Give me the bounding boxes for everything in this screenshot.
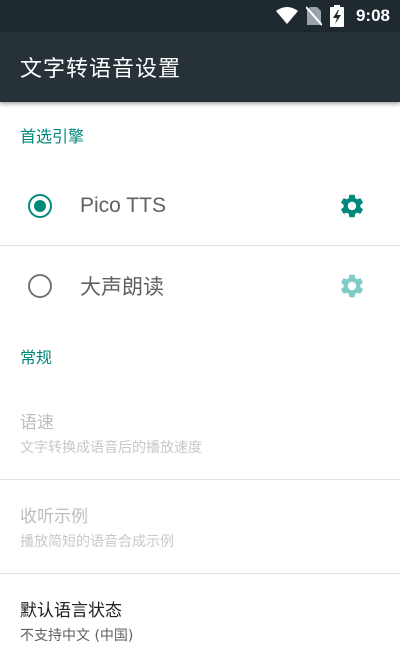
no-sim-icon bbox=[305, 6, 322, 26]
radio-unchecked-icon[interactable] bbox=[28, 274, 52, 298]
settings-list: 首选引擎 Pico TTS 大声朗读 常规 语速 文字转换成语音后的播放速度 收… bbox=[0, 102, 400, 661]
battery-charging-icon bbox=[329, 5, 344, 27]
engine-row-read-aloud[interactable]: 大声朗读 bbox=[0, 246, 400, 326]
pref-summary: 文字转换成语音后的播放速度 bbox=[20, 440, 202, 456]
wifi-icon bbox=[275, 7, 298, 25]
gear-icon bbox=[338, 272, 366, 300]
page-title: 文字转语音设置 bbox=[20, 57, 182, 82]
pref-speech-rate: 语速 文字转换成语音后的播放速度 bbox=[0, 386, 400, 480]
pref-default-language-status[interactable]: 默认语言状态 不支持中文 (中国) bbox=[0, 574, 400, 661]
pref-title: 语速 bbox=[20, 413, 54, 433]
status-bar: 9:08 bbox=[0, 0, 400, 32]
gear-icon[interactable] bbox=[338, 192, 366, 220]
section-header-preferred-engine: 首选引擎 bbox=[20, 127, 85, 146]
engine-label: 大声朗读 bbox=[80, 276, 164, 299]
section-header-general: 常规 bbox=[20, 348, 53, 367]
pref-title: 收听示例 bbox=[20, 507, 88, 527]
pref-title: 默认语言状态 bbox=[20, 601, 122, 621]
app-bar: 文字转语音设置 bbox=[0, 32, 400, 102]
engine-label: Pico TTS bbox=[80, 193, 166, 217]
engine-row-pico-tts[interactable]: Pico TTS bbox=[0, 166, 400, 246]
status-time: 9:08 bbox=[355, 6, 390, 25]
radio-checked-icon[interactable] bbox=[28, 193, 52, 218]
pref-summary: 不支持中文 (中国) bbox=[20, 628, 134, 644]
pref-summary: 播放简短的语音合成示例 bbox=[20, 534, 174, 550]
pref-listen-example: 收听示例 播放简短的语音合成示例 bbox=[0, 480, 400, 574]
